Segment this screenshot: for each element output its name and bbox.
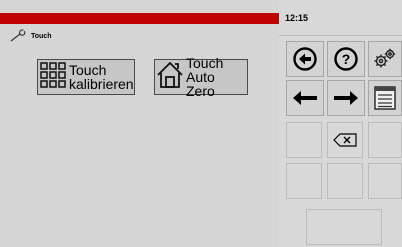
- home-icon: [157, 61, 183, 94]
- page-header: Touch: [9, 29, 51, 43]
- clock: 12:15: [285, 13, 309, 23]
- grid-icon: [40, 61, 66, 93]
- settings-button[interactable]: [368, 41, 402, 77]
- touch-calibrate-button[interactable]: Touch kalibrieren: [37, 59, 135, 95]
- divider: [279, 35, 402, 36]
- svg-text:?: ?: [342, 51, 351, 67]
- back-button[interactable]: [286, 41, 324, 77]
- touch-auto-zero-label: Touch Auto Zero: [186, 55, 224, 99]
- page-title: Touch: [31, 32, 52, 40]
- wrench-icon: [9, 29, 27, 43]
- touch-auto-zero-button[interactable]: Touch Auto Zero: [154, 55, 248, 99]
- keypad-key-empty: [368, 163, 402, 199]
- title-bar-accent: [0, 13, 279, 24]
- arrow-left-button[interactable]: [286, 80, 324, 116]
- keypad-key-empty: [368, 122, 402, 158]
- keypad-key-empty: [286, 163, 322, 199]
- touch-calibrate-label: Touch kalibrieren: [69, 62, 134, 92]
- keypad-key-empty: [286, 122, 322, 158]
- keypad-key-wide-empty: [306, 209, 382, 245]
- main-panel: Touch Touch kalibrieren Touch Auto Zero: [0, 0, 279, 247]
- keypad-key-empty: [327, 163, 363, 199]
- arrow-right-button[interactable]: [327, 80, 365, 116]
- backspace-button[interactable]: [327, 122, 363, 158]
- document-list-button[interactable]: [368, 80, 402, 116]
- help-button[interactable]: ?: [327, 41, 365, 77]
